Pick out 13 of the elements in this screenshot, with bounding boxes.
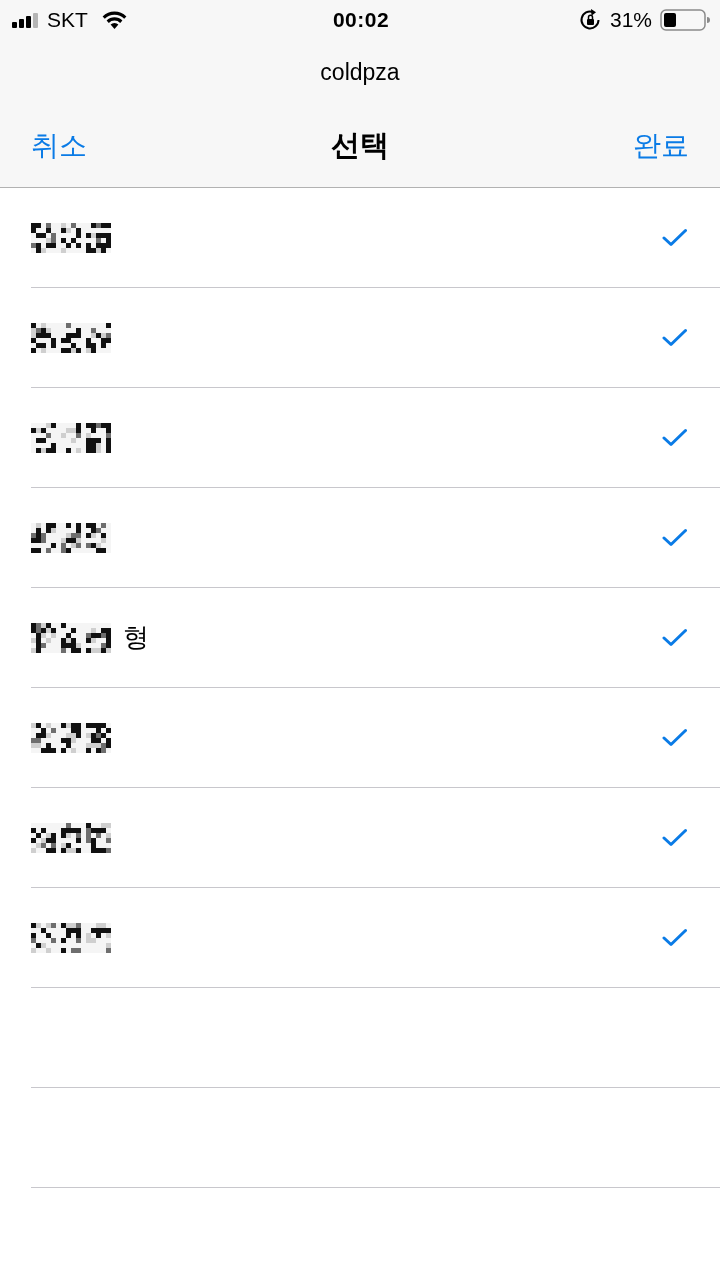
battery-icon — [660, 9, 710, 31]
battery-percent: 31% — [609, 8, 652, 32]
rotation-lock-icon — [578, 9, 602, 31]
account-name: coldpza — [320, 58, 400, 86]
cancel-button[interactable]: 취소 — [31, 126, 87, 165]
carrier-name: SKT — [47, 8, 88, 32]
name-suffix: 형 — [123, 621, 149, 654]
contact-row[interactable]: 형 — [31, 588, 720, 688]
wifi-icon — [101, 11, 127, 29]
done-button[interactable]: 완료 — [633, 126, 689, 165]
nav-title: 선택 — [331, 127, 389, 163]
status-time: 00:02 — [332, 8, 390, 32]
signal-bars-icon — [12, 12, 39, 28]
